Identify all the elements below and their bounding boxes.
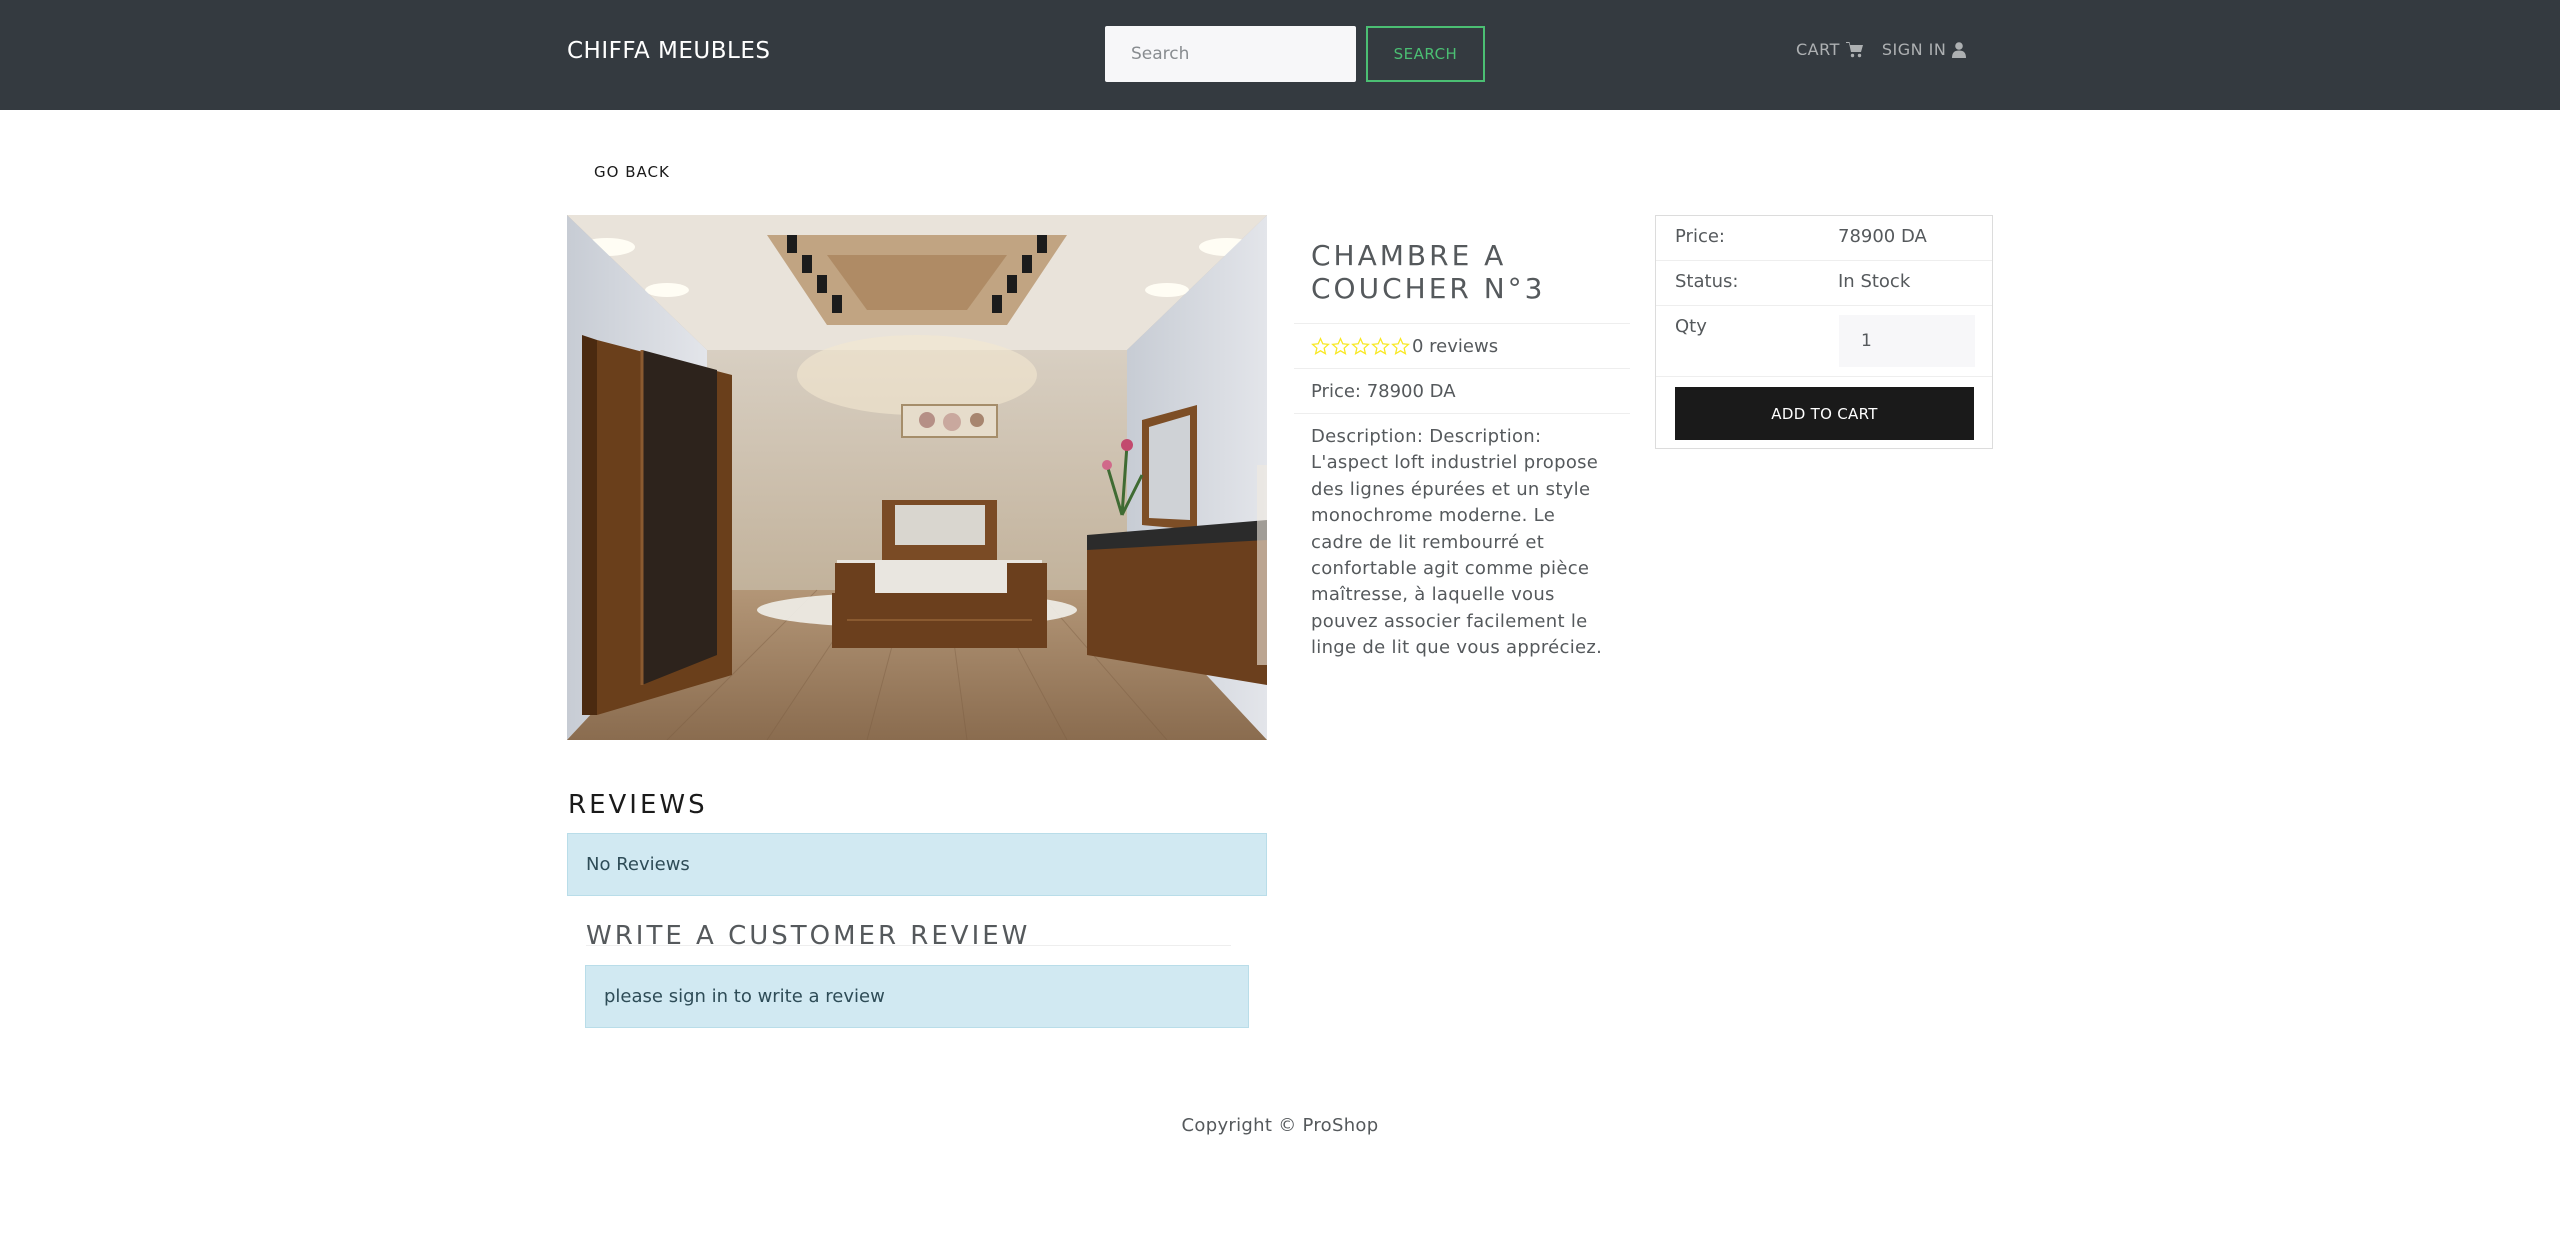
search-button[interactable]: SEARCH: [1366, 26, 1485, 82]
rating-stars: [1311, 336, 1410, 356]
star-empty-icon: [1391, 336, 1410, 355]
search-input[interactable]: [1105, 26, 1356, 82]
reviews-count: 0 reviews: [1412, 335, 1499, 357]
rating: 0 reviews: [1294, 324, 1630, 369]
bedroom-photo: [567, 215, 1267, 740]
product-title: CHAMBRE A COUCHER N°3: [1294, 215, 1630, 324]
cart-label: CART: [1796, 40, 1840, 59]
divider: [586, 945, 1231, 946]
card-status-label: Status:: [1675, 271, 1739, 292]
star-empty-icon: [1311, 336, 1330, 355]
reviews-heading: REVIEWS: [568, 790, 708, 820]
star-empty-icon: [1331, 336, 1350, 355]
star-empty-icon: [1351, 336, 1370, 355]
product-price: Price: 78900 DA: [1294, 369, 1630, 414]
brand-logo[interactable]: CHIFFA MEUBLES: [567, 38, 770, 64]
card-status-row: Status: In Stock: [1656, 261, 1992, 306]
footer-copyright: Copyright © ProShop: [1181, 1115, 1379, 1136]
star-empty-icon: [1371, 336, 1390, 355]
cart-link[interactable]: CART: [1796, 40, 1864, 59]
add-to-cart-button[interactable]: ADD TO CART: [1675, 387, 1974, 440]
write-review-heading: WRITE A CUSTOMER REVIEW: [586, 921, 1031, 951]
shopping-cart-icon: [1845, 41, 1863, 57]
qty-value: 1: [1861, 331, 1872, 351]
purchase-card: Price: 78900 DA Status: In Stock Qty 1 A…: [1655, 215, 1993, 449]
product-image: [567, 215, 1267, 740]
signin-link[interactable]: SIGN IN: [1882, 40, 1967, 59]
card-price-value: 78900 DA: [1838, 226, 1927, 247]
signin-review-alert[interactable]: please sign in to write a review: [585, 965, 1249, 1028]
no-reviews-alert: No Reviews: [567, 833, 1267, 896]
nav-links: CART SIGN IN: [1796, 40, 1967, 59]
go-back-button[interactable]: GO BACK: [578, 159, 686, 185]
signin-label: SIGN IN: [1881, 40, 1947, 59]
card-price-label: Price:: [1675, 226, 1725, 247]
navbar: CHIFFA MEUBLES SEARCH CART SIGN IN: [0, 0, 2560, 110]
card-qty-label: Qty: [1675, 316, 1707, 337]
card-status-value: In Stock: [1838, 271, 1911, 292]
product-details: CHAMBRE A COUCHER N°3 0 reviews Price: 7…: [1294, 215, 1630, 672]
product-description: Description: Description: L'aspect loft …: [1311, 426, 1603, 659]
qty-select[interactable]: 1: [1839, 315, 1975, 367]
card-price-row: Price: 78900 DA: [1656, 216, 1992, 261]
user-icon: [1952, 41, 1967, 58]
